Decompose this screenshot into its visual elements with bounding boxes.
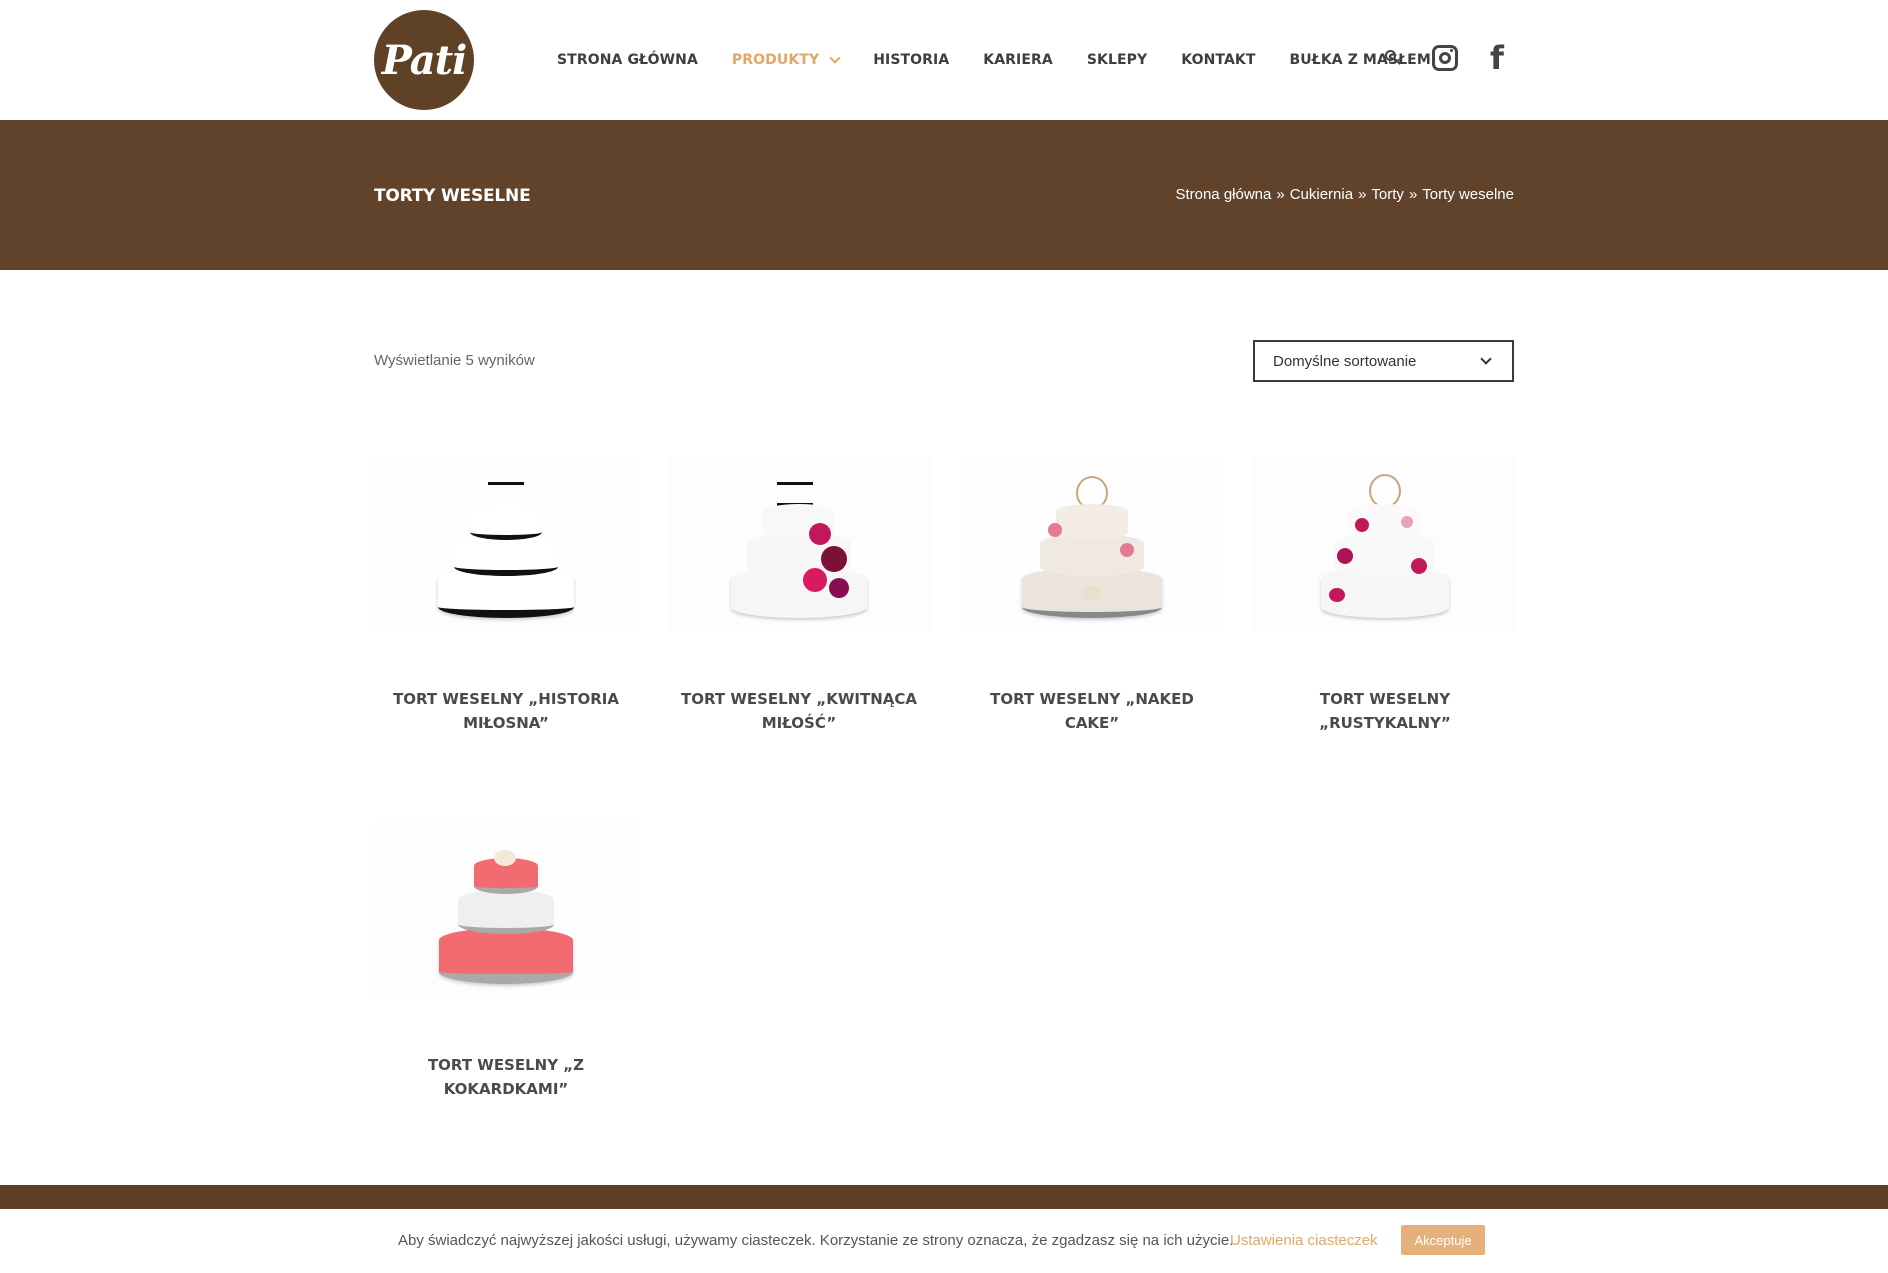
product-image-naked-cake[interactable] xyxy=(960,456,1224,632)
product-card[interactable]: TORT WESELNY „NAKED CAKE” xyxy=(960,456,1224,735)
chevron-down-icon xyxy=(829,51,841,64)
nav-item-bulka-z-maslem[interactable]: BUŁKA Z MASŁEM xyxy=(1290,52,1431,68)
product-card[interactable]: TORT WESELNY „Z KOKARDKAMI” xyxy=(374,822,638,1101)
nav-item-kontakt[interactable]: KONTAKT xyxy=(1181,52,1255,68)
main-nav: STRONA GŁÓWNA PRODUKTY HISTORIA KARIERA … xyxy=(557,0,1465,120)
site-header: Pati STRONA GŁÓWNA PRODUKTY HISTORIA KAR… xyxy=(0,0,1888,120)
pati-logo[interactable]: Pati xyxy=(374,10,474,110)
page-title-band xyxy=(0,120,1888,270)
breadcrumb-separator: » xyxy=(1276,186,1285,203)
product-title[interactable]: TORT WESELNY „RUSTYKALNY” xyxy=(1253,687,1517,735)
product-card[interactable]: TORT WESELNY „RUSTYKALNY” xyxy=(1253,456,1517,735)
footer-strip xyxy=(0,1185,1888,1209)
product-image-z-kokardkami[interactable] xyxy=(374,822,638,998)
cookie-settings-link[interactable]: Ustawienia ciasteczek xyxy=(1230,1232,1378,1249)
sort-select[interactable]: Domyślne sortowanie xyxy=(1253,340,1514,382)
logo-text: Pati xyxy=(381,36,468,84)
breadcrumb: Strona główna » Cukiernia » Torty » Tort… xyxy=(1175,186,1514,203)
search-icon[interactable] xyxy=(1385,50,1403,68)
breadcrumb-current: Torty weselne xyxy=(1422,186,1514,203)
nav-item-kariera[interactable]: KARIERA xyxy=(983,52,1053,68)
breadcrumb-home[interactable]: Strona główna xyxy=(1175,186,1271,203)
product-title[interactable]: TORT WESELNY „Z KOKARDKAMI” xyxy=(374,1053,638,1101)
product-image-rustykalny[interactable] xyxy=(1253,456,1517,632)
product-image-kwitnaca-milosc[interactable] xyxy=(667,456,931,632)
product-card[interactable]: TORT WESELNY „HISTORIA MIŁOSNA” xyxy=(374,456,638,735)
instagram-icon[interactable] xyxy=(1432,45,1458,71)
nav-item-strona-glowna[interactable]: STRONA GŁÓWNA xyxy=(557,52,698,68)
breadcrumb-cukiernia[interactable]: Cukiernia xyxy=(1290,186,1353,203)
product-title[interactable]: TORT WESELNY „HISTORIA MIŁOSNA” xyxy=(374,687,638,735)
product-title[interactable]: TORT WESELNY „NAKED CAKE” xyxy=(960,687,1224,735)
breadcrumb-separator: » xyxy=(1358,186,1367,203)
product-title[interactable]: TORT WESELNY „KWITNĄCA MIŁOŚĆ” xyxy=(667,687,931,735)
nav-item-produkty-label: PRODUKTY xyxy=(731,52,820,68)
cookie-accept-button[interactable]: Akceptuje xyxy=(1401,1225,1485,1255)
breadcrumb-separator: » xyxy=(1408,186,1418,203)
nav-item-historia[interactable]: HISTORIA xyxy=(873,52,949,68)
product-image-historia-milosna[interactable] xyxy=(374,456,638,632)
product-card[interactable]: TORT WESELNY „KWITNĄCA MIŁOŚĆ” xyxy=(667,456,931,735)
breadcrumb-torty[interactable]: Torty xyxy=(1371,186,1404,203)
chevron-down-icon xyxy=(1480,353,1492,365)
facebook-icon[interactable]: f xyxy=(1490,42,1504,74)
nav-item-sklepy[interactable]: SKLEPY xyxy=(1087,52,1147,68)
page-title: TORTY WESELNE xyxy=(374,186,531,206)
nav-item-produkty[interactable]: PRODUKTY xyxy=(731,51,841,68)
cookie-text: Aby świadczyć najwyższej jakości usługi,… xyxy=(398,1232,1234,1249)
result-count: Wyświetlanie 5 wyników xyxy=(374,352,535,369)
sort-select-value: Domyślne sortowanie xyxy=(1273,352,1417,370)
